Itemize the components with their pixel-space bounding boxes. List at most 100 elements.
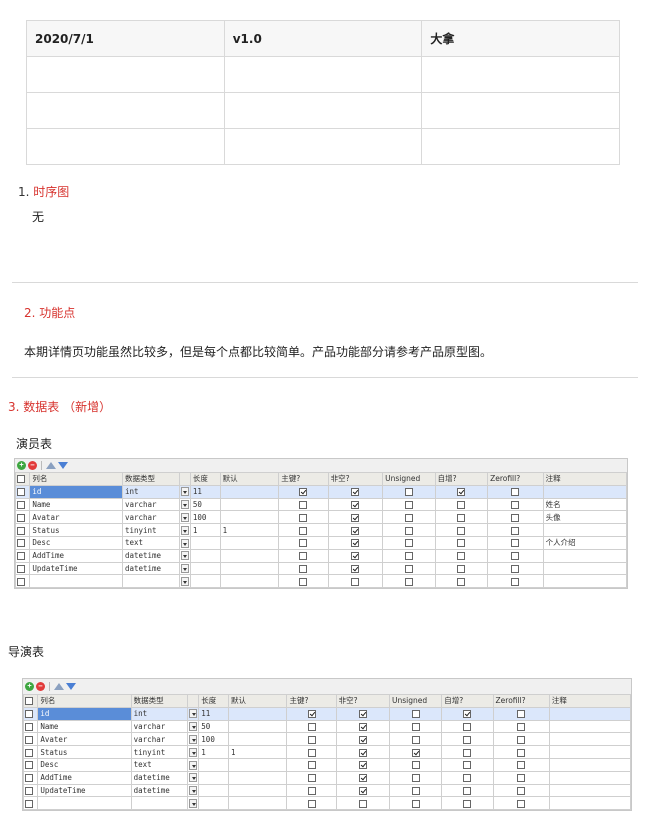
row-checkbox[interactable] xyxy=(14,497,31,512)
type-dropdown[interactable] xyxy=(178,561,191,576)
checkbox-pk[interactable] xyxy=(278,535,329,550)
checkbox-un[interactable] xyxy=(388,706,443,721)
checkbox-un[interactable] xyxy=(388,732,443,747)
chevron-down-icon[interactable] xyxy=(189,709,198,719)
cell-len[interactable]: 50 xyxy=(189,497,221,512)
move-down-icon[interactable] xyxy=(58,462,68,469)
add-row-icon[interactable]: + xyxy=(17,461,26,470)
row-checkbox[interactable] xyxy=(14,523,31,537)
checkbox-ai[interactable] xyxy=(441,745,494,759)
cell-len[interactable]: 50 xyxy=(198,719,230,734)
row-checkbox[interactable] xyxy=(14,574,31,589)
cell-def[interactable] xyxy=(228,770,288,785)
row-checkbox[interactable] xyxy=(22,796,39,811)
type-dropdown[interactable] xyxy=(178,574,191,589)
chevron-down-icon[interactable] xyxy=(180,525,189,535)
column-header[interactable]: 长度 xyxy=(189,472,221,486)
chevron-down-icon[interactable] xyxy=(180,577,189,587)
cell-comment[interactable] xyxy=(542,484,628,499)
move-up-icon[interactable] xyxy=(54,683,64,690)
chevron-down-icon[interactable] xyxy=(189,786,198,796)
table-row[interactable]: AddTime datetime xyxy=(22,770,632,785)
checkbox-ai[interactable] xyxy=(434,510,489,525)
cell-len[interactable]: 11 xyxy=(189,484,221,499)
checkbox-ai[interactable] xyxy=(434,523,489,537)
cell-comment[interactable] xyxy=(548,745,632,759)
checkbox-zf[interactable] xyxy=(487,523,544,537)
checkbox-nn[interactable] xyxy=(327,497,384,512)
row-checkbox[interactable] xyxy=(22,732,39,747)
checkbox-nn[interactable] xyxy=(327,535,384,550)
cell-type[interactable] xyxy=(121,574,180,589)
checkbox-pk[interactable] xyxy=(286,796,337,811)
checkbox-zf[interactable] xyxy=(487,497,544,512)
chevron-down-icon[interactable] xyxy=(180,513,189,523)
chevron-down-icon[interactable] xyxy=(189,747,198,757)
type-dropdown[interactable] xyxy=(187,796,200,811)
cell-comment[interactable] xyxy=(542,561,628,576)
checkbox-nn[interactable] xyxy=(327,484,384,499)
checkbox-zf[interactable] xyxy=(492,770,550,785)
row-checkbox[interactable] xyxy=(22,719,39,734)
checkbox-ai[interactable] xyxy=(441,770,494,785)
checkbox-pk[interactable] xyxy=(286,732,337,747)
chevron-down-icon[interactable] xyxy=(189,735,198,745)
row-checkbox[interactable] xyxy=(14,535,31,550)
cell-name[interactable]: Name xyxy=(29,497,123,512)
cell-len[interactable] xyxy=(189,548,221,563)
chevron-down-icon[interactable] xyxy=(180,487,189,497)
cell-type[interactable]: int xyxy=(130,706,189,721)
cell-name[interactable]: Status xyxy=(29,523,123,537)
chevron-down-icon[interactable] xyxy=(189,760,198,770)
checkbox-ai[interactable] xyxy=(434,497,489,512)
checkbox-un[interactable] xyxy=(388,719,443,734)
chevron-down-icon[interactable] xyxy=(180,538,189,548)
cell-name[interactable]: Name xyxy=(37,719,132,734)
checkbox-ai[interactable] xyxy=(434,535,489,550)
cell-len[interactable]: 100 xyxy=(189,510,221,525)
checkbox-ai[interactable] xyxy=(441,783,494,798)
cell-type[interactable]: text xyxy=(130,757,189,772)
cell-len[interactable] xyxy=(189,535,221,550)
checkbox-pk[interactable] xyxy=(278,548,329,563)
column-header[interactable]: 长度 xyxy=(198,694,230,708)
cell-len[interactable] xyxy=(189,561,221,576)
checkbox-pk[interactable] xyxy=(286,719,337,734)
checkbox-un[interactable] xyxy=(388,783,443,798)
checkbox-un[interactable] xyxy=(382,484,436,499)
chevron-down-icon[interactable] xyxy=(180,500,189,510)
checkbox-nn[interactable] xyxy=(335,796,390,811)
cell-def[interactable] xyxy=(219,510,280,525)
checkbox-nn[interactable] xyxy=(327,523,384,537)
cell-name[interactable]: UpdateTime xyxy=(29,561,123,576)
column-header[interactable]: 自增? xyxy=(434,472,489,486)
row-checkbox[interactable] xyxy=(22,745,39,759)
type-dropdown[interactable] xyxy=(178,484,191,499)
checkbox-un[interactable] xyxy=(388,745,443,759)
chevron-down-icon[interactable] xyxy=(189,773,198,783)
cell-type[interactable]: datetime xyxy=(130,770,189,785)
column-header[interactable]: 默认 xyxy=(219,472,280,486)
cell-type[interactable]: text xyxy=(121,535,180,550)
cell-type[interactable]: tinyint xyxy=(130,745,189,759)
delete-row-icon[interactable]: − xyxy=(28,461,37,470)
checkbox-pk[interactable] xyxy=(278,484,329,499)
type-dropdown[interactable] xyxy=(178,548,191,563)
type-dropdown[interactable] xyxy=(187,732,200,747)
checkbox-nn[interactable] xyxy=(327,510,384,525)
row-checkbox[interactable] xyxy=(14,561,31,576)
checkbox-zf[interactable] xyxy=(492,745,550,759)
row-checkbox[interactable] xyxy=(14,548,31,563)
checkbox-pk[interactable] xyxy=(278,497,329,512)
checkbox-pk[interactable] xyxy=(286,757,337,772)
cell-comment[interactable] xyxy=(548,770,632,785)
cell-name[interactable]: UpdateTime xyxy=(37,783,132,798)
cell-type[interactable]: datetime xyxy=(121,561,180,576)
type-dropdown[interactable] xyxy=(178,535,191,550)
cell-def[interactable] xyxy=(219,484,280,499)
cell-def[interactable]: 1 xyxy=(228,745,288,759)
checkbox-zf[interactable] xyxy=(487,484,544,499)
checkbox-nn[interactable] xyxy=(335,783,390,798)
checkbox-ai[interactable] xyxy=(434,484,489,499)
checkbox-pk[interactable] xyxy=(278,510,329,525)
